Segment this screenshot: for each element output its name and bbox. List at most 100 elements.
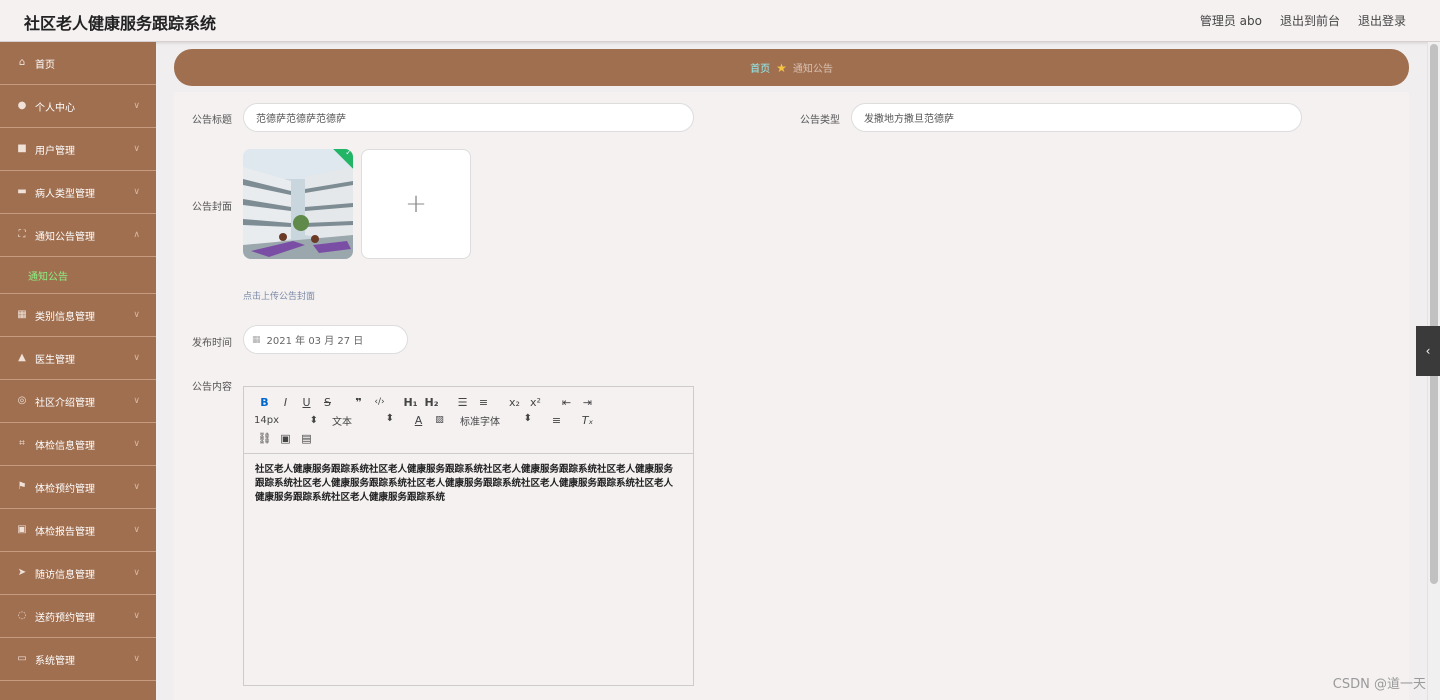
logout-link[interactable]: 退出登录 [1358,12,1406,29]
upload-hint: 点击上传公告封面 [243,292,316,302]
font-size-select[interactable]: 14px ⬍ [254,415,318,426]
font-family-select[interactable]: 标准字体 ⬍ [460,413,532,428]
sidebar-item-exam-booking[interactable]: ⚑ 体检预约管理 ∨ [0,466,156,509]
plus-icon: + [405,189,427,219]
sidebar-item-exam-report[interactable]: ▣ 体检报告管理 ∨ [0,509,156,552]
chevron-down-icon: ∨ [133,144,140,154]
updown-icon: ⬍ [309,414,318,426]
thumb-icon: ▲ [18,352,26,363]
indent-icon[interactable]: ⇥ [577,396,598,409]
app-title: 社区老人健康服务跟踪系统 [24,14,217,33]
subscript-icon[interactable]: x₂ [504,396,525,409]
block-type-select[interactable]: 文本 ⬍ [332,413,394,428]
outdent-icon[interactable]: ⇤ [556,396,577,409]
superscript-icon[interactable]: x² [525,396,546,409]
chevron-down-icon: ∨ [133,611,140,621]
title-label: 公告标题 [192,115,232,126]
heading2-icon[interactable]: H₂ [421,396,442,409]
content-label: 公告内容 [192,382,232,393]
date-picker[interactable]: ▦ 2021 年 03 月 27 日 [243,325,408,354]
ordered-list-icon[interactable]: ☰ [452,396,473,409]
flag-icon: ⚑ [17,481,27,492]
main-content: 首页 ★ 通知公告 公告标题 范德萨范德萨范德萨 公告类型 发撒地方撒旦范德萨 … [156,42,1426,700]
sidebar-item-community[interactable]: ◎ 社区介绍管理 ∨ [0,380,156,423]
video-icon[interactable]: ▤ [296,432,317,445]
date-value: 2021 年 03 月 27 日 [266,336,364,347]
collapse-panel-button[interactable]: ‹ [1416,326,1440,376]
sidebar-item-doctors[interactable]: ▲ 医生管理 ∨ [0,337,156,380]
chevron-down-icon: ∨ [133,482,140,492]
breadcrumb: 首页 ★ 通知公告 [174,49,1409,86]
sidebar-item-patient-types[interactable]: ▬ 病人类型管理 ∨ [0,171,156,214]
type-input[interactable]: 发撒地方撒旦范德萨 [851,103,1302,132]
sidebar-item-followup[interactable]: ➤ 随访信息管理 ∨ [0,552,156,595]
upload-button[interactable]: + [361,149,471,259]
current-user: 管理员 abo [1199,14,1262,28]
monitor-icon: ▬ [17,186,27,197]
code-icon[interactable]: ‹/› [369,397,390,407]
watermark: CSDN @道一天 [1332,677,1426,692]
chevron-down-icon: ∨ [133,654,140,664]
sidebar-item-home[interactable]: ⌂ 首页 [0,42,156,85]
sidebar-subitem-notice[interactable]: 通知公告 [0,257,156,294]
align-icon[interactable]: ≡ [546,414,567,427]
cover-image[interactable]: ✓ [243,149,353,259]
background-color-icon[interactable]: ▨ [429,415,450,425]
sidebar-item-personal[interactable]: ● 个人中心 ∨ [0,85,156,128]
compass-icon: ◎ [17,395,27,406]
notice-form: 公告标题 范德萨范德萨范德萨 公告类型 发撒地方撒旦范德萨 公告封面 ✓ + 点… [174,92,1409,700]
clipboard-icon: ▣ [17,524,27,535]
cover-label: 公告封面 [192,202,232,213]
send-icon: ➤ [17,567,27,578]
image-icon[interactable]: ▣ [275,432,296,445]
blockquote-icon[interactable]: ❞ [348,396,369,409]
sidebar-item-notices[interactable]: ⛶ 通知公告管理 ∧ [0,214,156,257]
chevron-left-icon: ‹ [1425,344,1431,358]
scrollbar-thumb[interactable] [1430,44,1438,584]
chevron-down-icon: ∨ [133,353,140,363]
calendar-icon: ▦ [252,334,261,345]
time-label: 发布时间 [192,338,232,349]
bold-icon[interactable]: B [254,396,275,409]
sidebar-item-users[interactable]: ■ 用户管理 ∨ [0,128,156,171]
crop-icon: ⌗ [19,438,25,449]
clear-format-icon[interactable]: Tₓ [577,414,598,427]
chevron-down-icon: ∨ [133,525,140,535]
type-label: 公告类型 [800,115,840,126]
chevron-down-icon: ∨ [133,568,140,578]
sidebar: ⌂ 首页 ● 个人中心 ∨ ■ 用户管理 ∨ ▬ 病人类型管理 ∨ ⛶ 通知公告… [0,42,156,700]
chevron-down-icon: ∨ [133,396,140,406]
strike-icon[interactable]: S [317,396,338,409]
title-input[interactable]: 范德萨范德萨范德萨 [243,103,694,132]
sidebar-item-medicine[interactable]: ◌ 送药预约管理 ∨ [0,595,156,638]
chevron-down-icon: ∨ [133,187,140,197]
updown-icon: ⬍ [385,412,394,424]
sidebar-item-categories[interactable]: ▦ 类别信息管理 ∨ [0,294,156,337]
top-header: 社区老人健康服务跟踪系统 管理员 abo 退出到前台 退出登录 [0,0,1440,42]
chevron-down-icon: ∨ [133,101,140,111]
loading-icon: ◌ [17,610,27,621]
editor-content[interactable]: 社区老人健康服务跟踪系统社区老人健康服务跟踪系统社区老人健康服务跟踪系统社区老人… [244,454,693,514]
video-icon: ■ [17,143,27,154]
breadcrumb-home[interactable]: 首页 [750,60,770,75]
breadcrumb-current: 通知公告 [792,64,833,75]
home-icon: ⌂ [18,57,26,68]
star-icon: ★ [776,60,787,75]
sidebar-item-system[interactable]: ▭ 系统管理 ∨ [0,638,156,681]
user-icon: ● [17,100,27,111]
italic-icon[interactable]: I [275,396,296,409]
heading1-icon[interactable]: H₁ [400,396,421,409]
sidebar-item-exam-info[interactable]: ⌗ 体检信息管理 ∨ [0,423,156,466]
check-icon: ✓ [345,149,353,157]
underline-icon[interactable]: U [296,396,317,409]
font-color-icon[interactable]: A [408,414,429,427]
updown-icon: ⬍ [523,412,532,424]
chevron-up-icon: ∧ [133,230,140,240]
header-actions: 管理员 abo 退出到前台 退出登录 [1200,12,1406,29]
link-icon[interactable]: ⛓ [254,432,275,445]
editor-toolbar: B I U S ❞ ‹/› H₁ H₂ ☰ ≡ x₂ x² ⇤ ⇥ 14px ⬍… [244,387,693,454]
bullet-list-icon[interactable]: ≡ [473,396,494,409]
frame-icon: ⛶ [18,229,26,240]
chevron-down-icon: ∨ [133,439,140,449]
front-link[interactable]: 退出到前台 [1280,12,1340,29]
